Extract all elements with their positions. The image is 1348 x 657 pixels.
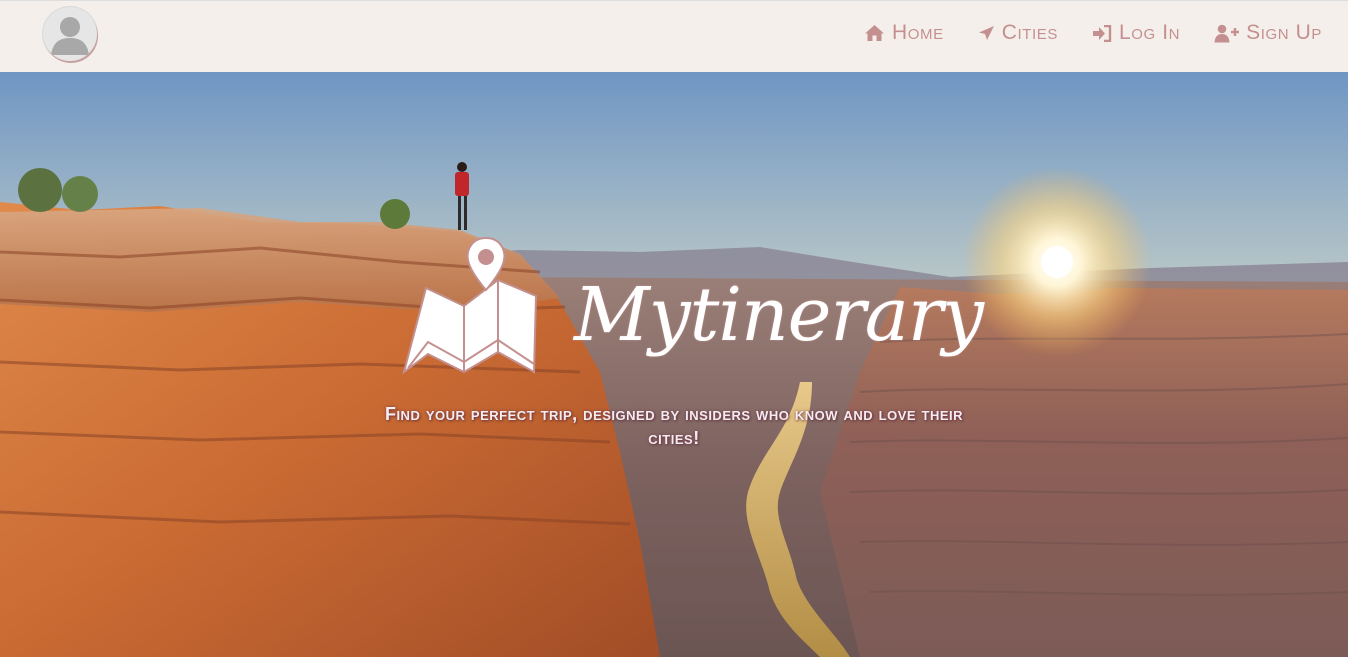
brand-name: Mytinerary [574, 272, 984, 358]
hero-banner: Mytinerary Find your perfect trip, desig… [0, 72, 1348, 657]
folded-map-pin-icon [402, 236, 538, 375]
nav-home-label: Home [891, 21, 944, 44]
nav-home-link[interactable]: Home [864, 21, 944, 45]
nav-login-link[interactable]: Log In [1092, 21, 1180, 45]
sign-in-icon [1092, 24, 1112, 42]
user-plus-icon [1214, 24, 1240, 43]
paper-plane-icon [978, 25, 995, 41]
navbar: Home Cities Log In Sign Up [0, 0, 1348, 72]
nav-signup-link[interactable]: Sign Up [1214, 21, 1322, 45]
home-icon [864, 24, 885, 42]
nav-cities-link[interactable]: Cities [978, 21, 1058, 45]
hero-tagline: Find your perfect trip, designed by insi… [384, 404, 964, 448]
nav-login-label: Log In [1118, 21, 1181, 44]
nav-cities-label: Cities [1001, 21, 1058, 44]
main-nav: Home Cities Log In Sign Up [864, 1, 1322, 65]
nav-signup-label: Sign Up [1246, 21, 1322, 44]
brand-logo: Mytinerary [398, 230, 984, 405]
user-avatar-icon[interactable] [43, 7, 97, 61]
